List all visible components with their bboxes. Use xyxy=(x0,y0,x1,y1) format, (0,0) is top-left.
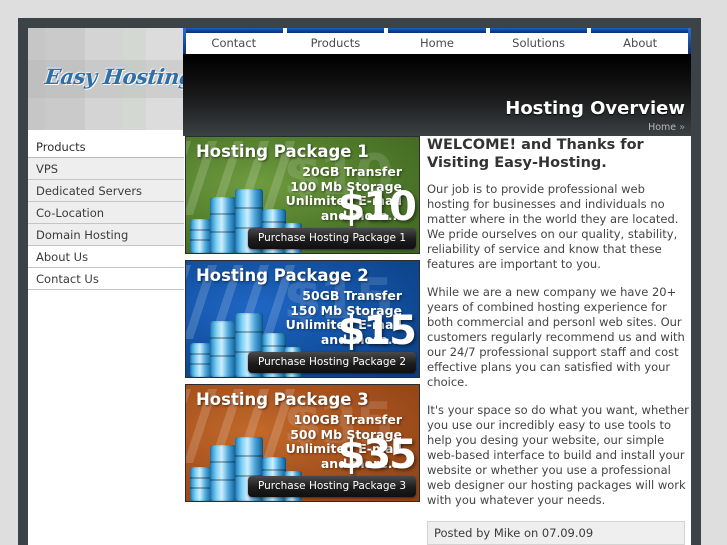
sidebar-nav: Products VPS Dedicated Servers Co-Locati… xyxy=(28,136,184,290)
nav-item-about[interactable]: About xyxy=(589,28,691,54)
package-price-1: $10 xyxy=(337,184,417,230)
sidebar-item-dedicated-servers[interactable]: Dedicated Servers xyxy=(28,180,184,202)
package-title-2: Hosting Package 2 xyxy=(196,266,369,285)
package-transfer-3: 100GB Transfer xyxy=(293,412,402,427)
purchase-button-2[interactable]: Purchase Hosting Package 2 xyxy=(247,352,416,373)
page-root: Easy Hosting Contact Products Home Solut… xyxy=(0,0,727,545)
package-price-3: $35 xyxy=(337,432,417,478)
sidebar-heading-products: Products xyxy=(28,136,184,158)
sidebar-item-vps[interactable]: VPS xyxy=(28,158,184,180)
package-title-3: Hosting Package 3 xyxy=(196,390,369,409)
package-transfer-1: 20GB Transfer xyxy=(302,164,402,179)
article-paragraph-1: Our job is to provide professional web h… xyxy=(427,182,679,271)
sidebar-item-co-location[interactable]: Co-Location xyxy=(28,202,184,224)
page-frame: Easy Hosting Contact Products Home Solut… xyxy=(18,18,701,545)
main-article: WELCOME! and Thanks for Visiting Easy-Ho… xyxy=(427,136,689,545)
package-card-3[interactable]: $35 Hosting Package 3 100GB Transfer 500… xyxy=(185,384,420,502)
logo-panel[interactable]: Easy Hosting xyxy=(28,28,183,130)
article-heading: WELCOME! and Thanks for Visiting Easy-Ho… xyxy=(427,137,644,171)
breadcrumb-chevron-icon: » xyxy=(679,122,685,133)
breadcrumb: Home » xyxy=(648,122,685,133)
package-card-2[interactable]: $15 Hosting Package 2 50GB Transfer 150 … xyxy=(185,260,420,378)
purchase-button-1[interactable]: Purchase Hosting Package 1 xyxy=(247,228,416,249)
nav-item-contact[interactable]: Contact xyxy=(183,28,285,54)
purchase-button-3[interactable]: Purchase Hosting Package 3 xyxy=(247,476,416,497)
package-card-1[interactable]: $10 Hosting Package 1 20GB Transfer 100 … xyxy=(185,136,420,254)
nav-item-products[interactable]: Products xyxy=(284,28,387,54)
sidebar-item-about-us[interactable]: About Us xyxy=(28,246,184,268)
nav-item-solutions[interactable]: Solutions xyxy=(487,28,590,54)
article-paragraph-3: It's your space so do what you want, whe… xyxy=(427,403,689,507)
breadcrumb-home-link[interactable]: Home xyxy=(648,122,676,133)
package-transfer-2: 50GB Transfer xyxy=(302,288,402,303)
sidebar-item-domain-hosting[interactable]: Domain Hosting xyxy=(28,224,184,246)
package-title-1: Hosting Package 1 xyxy=(196,142,369,161)
page-banner: Hosting Overview Home » xyxy=(183,56,691,136)
top-nav-wrapper: Contact Products Home Solutions About xyxy=(183,28,691,56)
page-canvas: Easy Hosting Contact Products Home Solut… xyxy=(28,28,691,545)
top-nav: Contact Products Home Solutions About xyxy=(183,28,691,56)
page-title: Hosting Overview xyxy=(505,98,685,119)
article-paragraph-2: While we are a new company we have 20+ y… xyxy=(427,285,685,389)
package-list: $10 Hosting Package 1 20GB Transfer 100 … xyxy=(185,136,423,508)
article-posted-meta: Posted by Mike on 07.09.09 xyxy=(427,521,685,545)
sidebar-item-contact-us[interactable]: Contact Us xyxy=(28,268,184,290)
package-price-2: $15 xyxy=(337,308,417,354)
site-logo-text: Easy Hosting xyxy=(43,64,183,89)
nav-item-home[interactable]: Home xyxy=(386,28,488,54)
